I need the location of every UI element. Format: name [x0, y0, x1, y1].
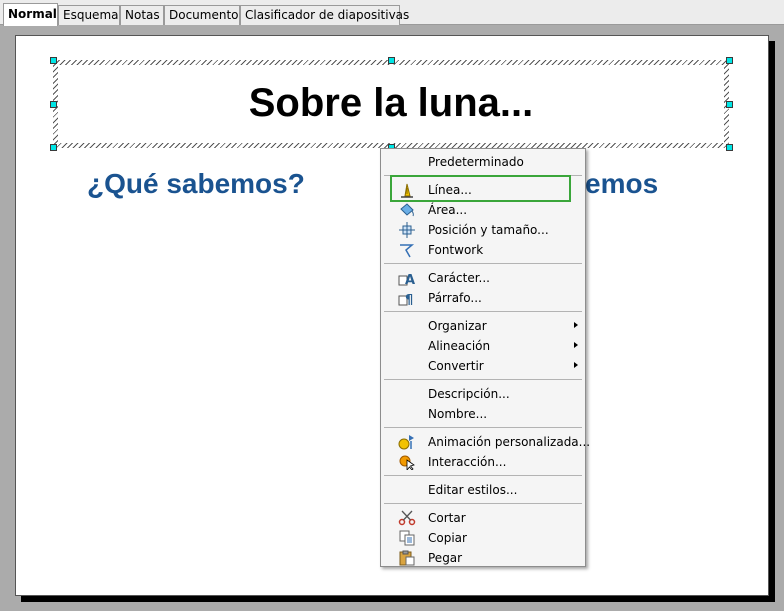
- area-bucket-icon: [398, 202, 416, 218]
- svg-text:¶: ¶: [405, 293, 413, 306]
- menu-item-organizar[interactable]: Organizar: [381, 316, 585, 336]
- highlight-box: [390, 175, 571, 202]
- resize-handle-bottom-left[interactable]: [50, 144, 57, 151]
- menu-item-cortar[interactable]: Cortar: [381, 508, 585, 528]
- resize-handle-left[interactable]: [50, 101, 57, 108]
- menu-item-label: Descripción...: [428, 387, 510, 401]
- context-menu: Predeterminado Línea... Área... Posición…: [380, 148, 590, 568]
- svg-text:A: A: [405, 273, 415, 286]
- custom-animation-icon: [398, 434, 416, 450]
- submenu-arrow-icon: [574, 362, 578, 368]
- menu-item-fontwork[interactable]: Fontwork: [381, 240, 585, 260]
- menu-item-pegar[interactable]: Pegar: [381, 548, 585, 568]
- resize-handle-bottom-right[interactable]: [726, 144, 733, 151]
- menu-item-label: Fontwork: [428, 243, 484, 257]
- menu-item-label: Pegar: [428, 551, 463, 565]
- menu-item-parrafo[interactable]: ¶ Párrafo...: [381, 288, 585, 308]
- resize-handle-top-right[interactable]: [726, 57, 733, 64]
- tab-esquema[interactable]: Esquema: [58, 5, 120, 25]
- menu-separator: [384, 503, 582, 504]
- submenu-arrow-icon: [574, 322, 578, 328]
- menu-item-label: Convertir: [428, 359, 484, 373]
- menu-item-alineacion[interactable]: Alineación: [381, 336, 585, 356]
- resize-handle-top[interactable]: [388, 57, 395, 64]
- menu-separator: [384, 311, 582, 312]
- menu-item-convertir[interactable]: Convertir: [381, 356, 585, 376]
- menu-item-area[interactable]: Área...: [381, 200, 585, 220]
- menu-item-predeterminado[interactable]: Predeterminado: [381, 152, 585, 172]
- menu-item-label: Cortar: [428, 511, 466, 525]
- copy-icon: [398, 530, 416, 546]
- menu-item-label: Organizar: [428, 319, 487, 333]
- menu-item-label: Predeterminado: [428, 155, 524, 169]
- menu-item-label: Párrafo...: [428, 291, 482, 305]
- interaction-icon: [398, 454, 416, 472]
- menu-item-label: Interacción...: [428, 455, 507, 469]
- menu-separator: [384, 263, 582, 264]
- tab-documento[interactable]: Documento: [164, 5, 240, 25]
- character-icon: A: [398, 270, 416, 288]
- menu-item-label: Animación personalizada...: [428, 435, 591, 449]
- menu-item-label: Nombre...: [428, 407, 488, 421]
- position-size-icon: [398, 222, 416, 238]
- slide-subtitle-right[interactable]: emos: [585, 166, 658, 202]
- menu-item-copiar[interactable]: Copiar: [381, 528, 585, 548]
- paragraph-icon: ¶: [398, 290, 416, 308]
- menu-item-nombre[interactable]: Nombre...: [381, 404, 585, 424]
- fontwork-icon: [398, 242, 416, 258]
- menu-item-editar-estilos[interactable]: Editar estilos...: [381, 480, 585, 500]
- menu-item-interaccion[interactable]: Interacción...: [381, 452, 585, 472]
- tab-clasificador[interactable]: Clasificador de diapositivas: [240, 5, 409, 25]
- menu-item-caracter[interactable]: A Carácter...: [381, 268, 585, 288]
- slide-title[interactable]: Sobre la luna...: [58, 78, 724, 128]
- resize-handle-right[interactable]: [726, 101, 733, 108]
- menu-item-label: Alineación: [428, 339, 491, 353]
- tab-notas[interactable]: Notas: [120, 5, 164, 25]
- menu-item-posicion-tamano[interactable]: Posición y tamaño...: [381, 220, 585, 240]
- menu-item-animacion-personalizada[interactable]: Animación personalizada...: [381, 432, 590, 452]
- menu-separator: [384, 427, 582, 428]
- submenu-arrow-icon: [574, 342, 578, 348]
- slide-subtitle-left[interactable]: ¿Qué sabemos?: [87, 166, 305, 202]
- menu-item-label: Copiar: [428, 531, 467, 545]
- scissors-icon: [398, 510, 416, 526]
- menu-item-label: Área...: [428, 203, 468, 217]
- resize-handle-top-left[interactable]: [50, 57, 57, 64]
- paste-icon: [398, 550, 416, 566]
- menu-separator: [384, 475, 582, 476]
- menu-item-label: Editar estilos...: [428, 483, 518, 497]
- menu-separator: [384, 379, 582, 380]
- menu-item-label: Carácter...: [428, 271, 490, 285]
- menu-item-descripcion[interactable]: Descripción...: [381, 384, 585, 404]
- tab-normal[interactable]: Normal: [3, 3, 58, 26]
- menu-item-label: Posición y tamaño...: [428, 223, 549, 237]
- view-tab-bar: Normal Esquema Notas Documento Clasifica…: [0, 0, 784, 26]
